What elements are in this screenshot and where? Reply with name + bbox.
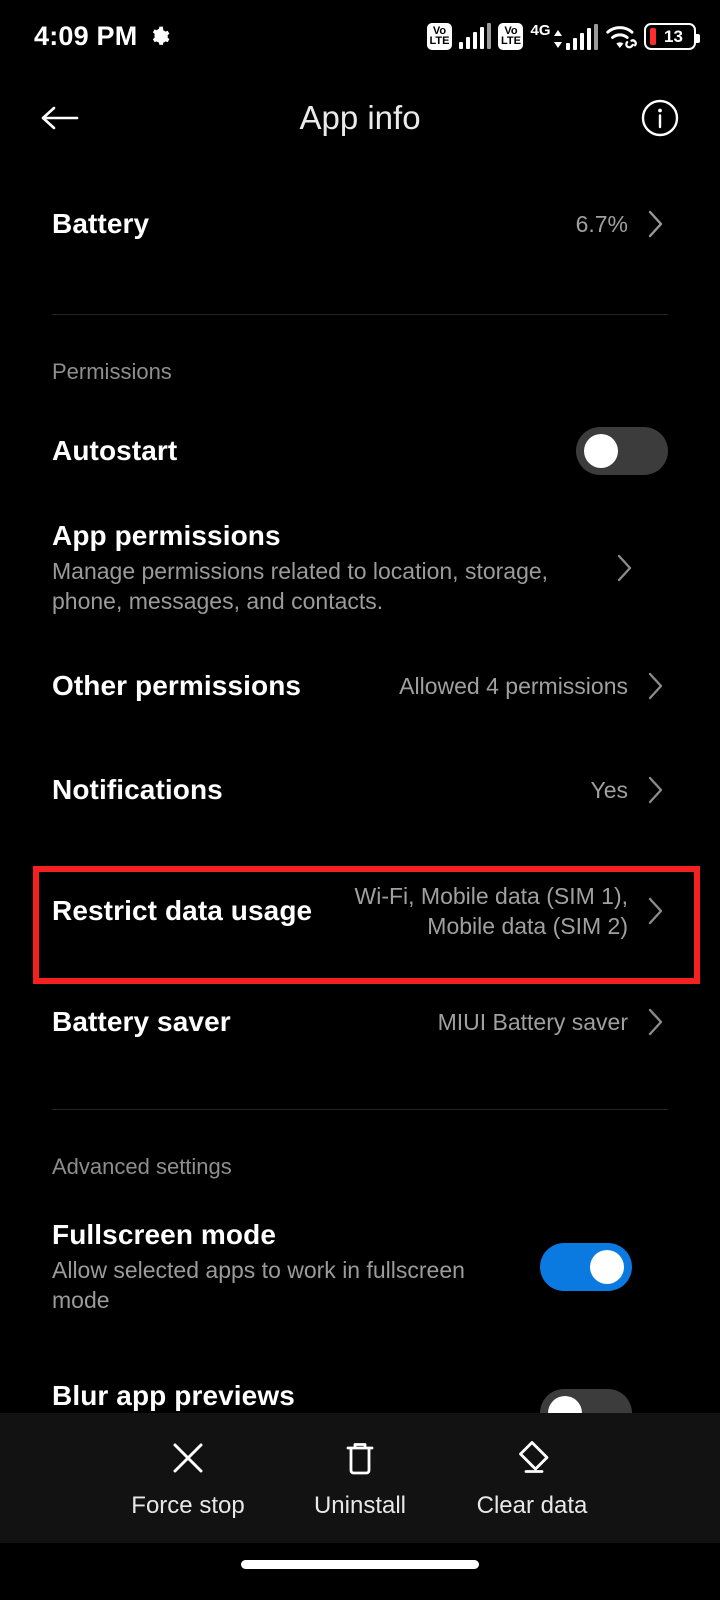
- uninstall-label: Uninstall: [313, 1491, 407, 1519]
- toggle-knob: [590, 1250, 624, 1284]
- row-fullscreen-mode-title: Fullscreen mode: [52, 1218, 277, 1250]
- chevron-right-icon: [642, 774, 668, 806]
- status-bar-clock: 4:09 PM: [34, 20, 138, 51]
- row-battery-saver-value: MIUI Battery saver: [437, 1008, 628, 1035]
- row-battery-title: Battery: [52, 208, 150, 239]
- row-app-permissions-subtitle: Manage permissions related to location, …: [52, 557, 549, 614]
- row-blur-app-previews-title: Blur app previews: [52, 1379, 295, 1411]
- toggle-knob: [584, 434, 618, 468]
- force-stop-label: Force stop: [131, 1491, 245, 1519]
- chevron-right-icon: [642, 895, 668, 927]
- section-label-permissions: Permissions: [52, 359, 172, 384]
- row-autostart[interactable]: Autostart: [0, 415, 720, 487]
- clear-data-label: Clear data: [476, 1491, 588, 1519]
- row-restrict-data-usage-texts: Restrict data usage: [52, 895, 327, 927]
- network-type-label: 4G: [530, 21, 551, 39]
- status-bar-right: Vo LTE Vo LTE 4G 13: [426, 22, 700, 50]
- row-app-permissions[interactable]: App permissions Manage permissions relat…: [0, 509, 720, 627]
- chevron-right-icon: [611, 552, 637, 584]
- clear-data-button[interactable]: Clear data: [446, 1437, 618, 1520]
- row-notifications[interactable]: Notifications Yes: [0, 753, 720, 827]
- row-fullscreen-mode-subtitle: Allow selected apps to work in fullscree…: [52, 1256, 465, 1313]
- row-app-permissions-title: App permissions: [52, 519, 281, 551]
- status-bar: 4:09 PM Vo LTE Vo LTE 4G 13: [0, 0, 720, 72]
- info-circle-icon: [641, 99, 679, 137]
- row-autostart-texts: Autostart: [52, 435, 558, 467]
- row-battery-value: 6.7%: [575, 210, 628, 237]
- volte-bottom-text: LTE: [501, 35, 521, 47]
- battery-percent-label: 13: [664, 26, 683, 46]
- gear-icon: [153, 26, 170, 45]
- row-fullscreen-mode-texts: Fullscreen mode Allow selected apps to w…: [52, 1219, 522, 1316]
- row-other-permissions-title: Other permissions: [52, 670, 302, 701]
- autostart-toggle[interactable]: [576, 427, 668, 475]
- signal-bars-sim1: [458, 23, 492, 49]
- row-battery-saver[interactable]: Battery saver MIUI Battery saver: [0, 985, 720, 1059]
- eraser-icon: [519, 1440, 549, 1473]
- bottom-action-bar: Force stop Uninstall Clear data: [0, 1413, 720, 1543]
- wifi-icon: [606, 26, 637, 49]
- row-restrict-data-usage-title: Restrict data usage: [52, 895, 313, 926]
- chevron-right-icon: [642, 208, 668, 240]
- row-notifications-title: Notifications: [52, 774, 223, 805]
- back-button[interactable]: [34, 92, 86, 144]
- row-notifications-value: Yes: [590, 776, 628, 803]
- row-battery-texts: Battery: [52, 208, 560, 240]
- close-x-icon: [173, 1443, 203, 1472]
- data-arrows-icon: [553, 29, 563, 49]
- row-restrict-data-usage-value: Wi-Fi, Mobile data (SIM 1), Mobile data …: [354, 882, 629, 939]
- app-bar: App info: [0, 72, 720, 164]
- force-stop-button[interactable]: Force stop: [102, 1437, 274, 1520]
- volte-icon-sim2: Vo LTE: [498, 22, 524, 50]
- signal-bars-sim2: [565, 23, 598, 50]
- status-bar-left: 4:09 PM: [34, 21, 171, 52]
- page-title: App info: [299, 99, 421, 136]
- arrow-left-icon: [41, 106, 79, 130]
- battery-level-fill: [650, 27, 656, 45]
- volte-icon-sim1: Vo LTE: [426, 22, 452, 50]
- row-other-permissions-texts: Other permissions: [52, 670, 383, 702]
- section-label-advanced: Advanced settings: [52, 1154, 232, 1179]
- system-navigation-bar: [0, 1543, 720, 1600]
- row-app-permissions-texts: App permissions Manage permissions relat…: [52, 520, 597, 617]
- row-battery-saver-texts: Battery saver: [52, 1006, 422, 1038]
- row-battery-saver-title: Battery saver: [52, 1006, 231, 1037]
- trash-icon: [346, 1442, 374, 1474]
- row-other-permissions[interactable]: Other permissions Allowed 4 permissions: [0, 649, 720, 723]
- row-battery[interactable]: Battery 6.7%: [0, 164, 720, 284]
- row-fullscreen-mode[interactable]: Fullscreen mode Allow selected apps to w…: [0, 1208, 720, 1326]
- chevron-right-icon: [642, 670, 668, 702]
- battery-icon: 13: [644, 22, 700, 50]
- fullscreen-mode-toggle[interactable]: [540, 1243, 632, 1291]
- row-other-permissions-value: Allowed 4 permissions: [399, 672, 628, 699]
- signal-group-sim2: 4G: [530, 23, 598, 50]
- settings-content: Battery 6.7% Permissions Autostart App p…: [0, 164, 720, 1472]
- row-autostart-title: Autostart: [52, 435, 178, 466]
- chevron-right-icon: [642, 1006, 668, 1038]
- info-button[interactable]: [634, 92, 686, 144]
- uninstall-button[interactable]: Uninstall: [274, 1437, 446, 1520]
- volte-bottom-text: LTE: [429, 35, 450, 47]
- row-notifications-texts: Notifications: [52, 774, 574, 806]
- home-gesture-pill[interactable]: [241, 1560, 479, 1569]
- row-restrict-data-usage[interactable]: Restrict data usage Wi-Fi, Mobile data (…: [0, 859, 720, 963]
